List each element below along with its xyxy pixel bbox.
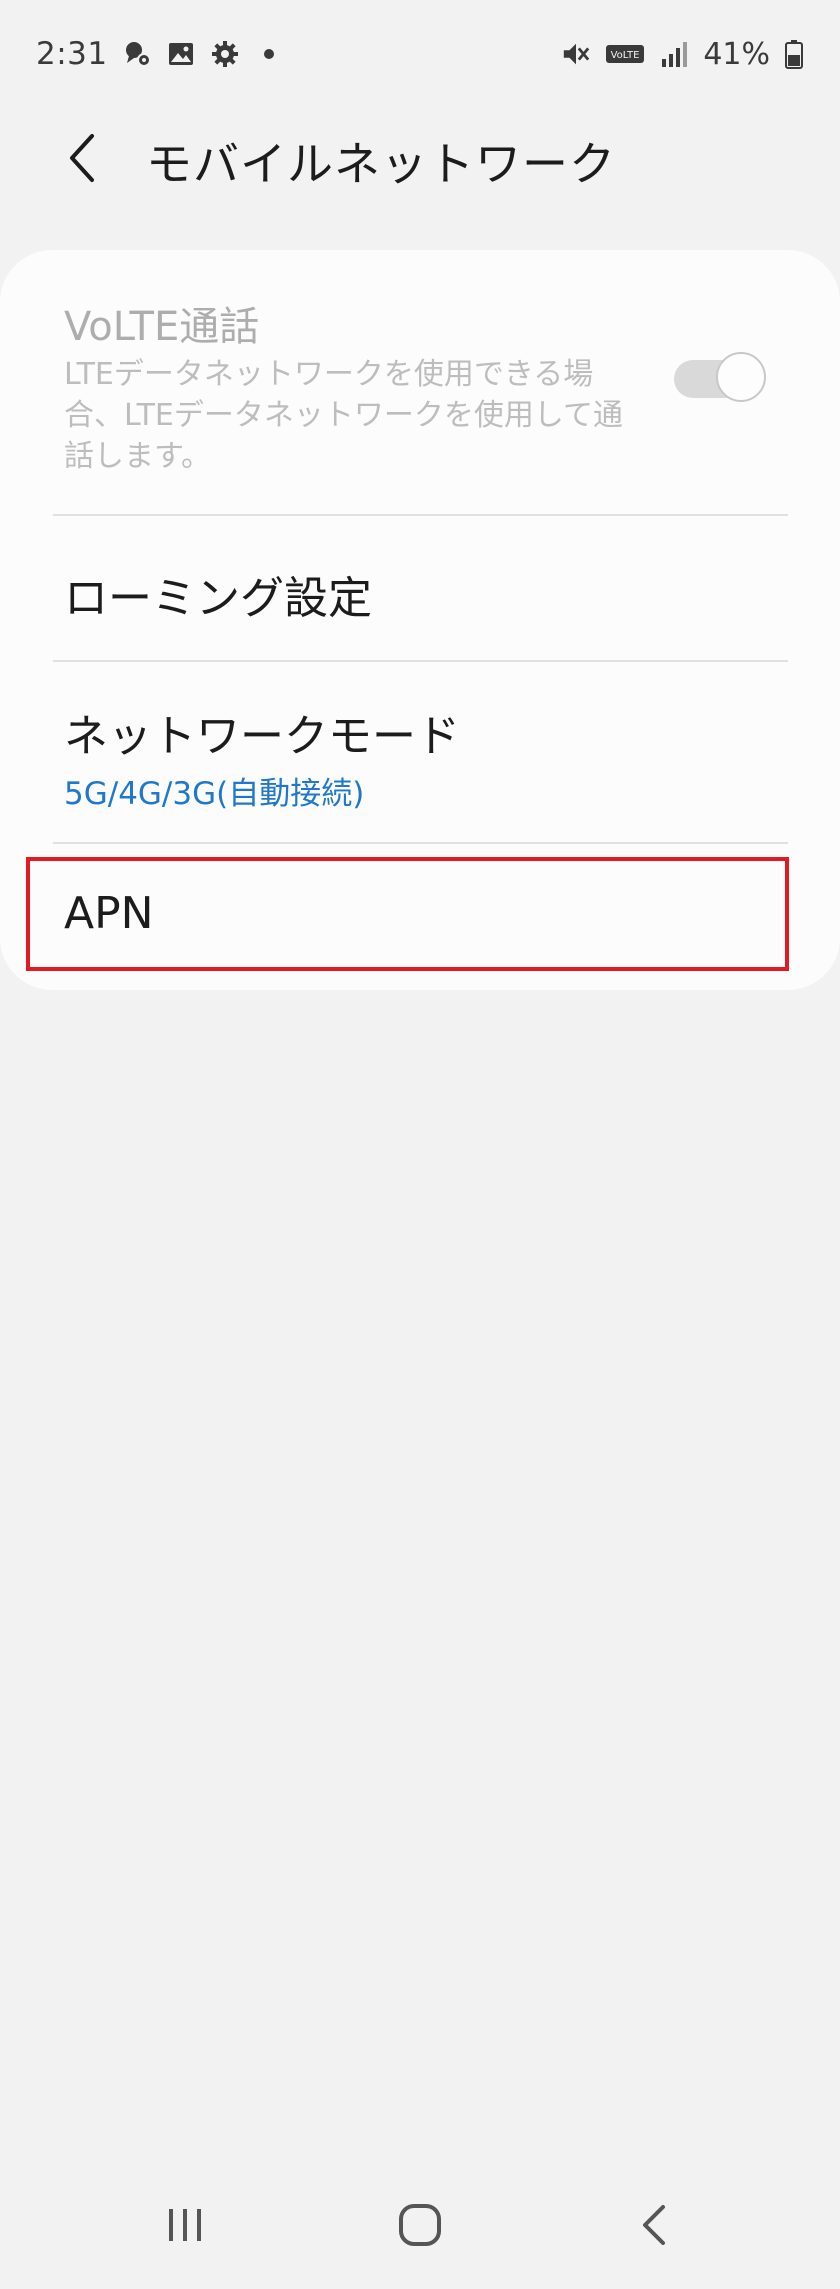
- apn-highlight-box: [26, 857, 789, 971]
- home-button[interactable]: [375, 2180, 465, 2270]
- battery-percent: 41%: [703, 36, 770, 72]
- volte-badge: VoLTE: [611, 50, 640, 61]
- toggle-thumb: [716, 352, 766, 402]
- header: モバイルネットワーク: [0, 108, 840, 208]
- volte-call-row: VoLTE通話 LTEデータネットワークを使用できる場合、LTEデータネットワー…: [0, 250, 840, 514]
- roaming-settings-row[interactable]: ローミング設定: [0, 516, 840, 660]
- status-bar: 2:31 VoLTE 41%: [0, 0, 840, 108]
- page-title: モバイルネットワーク: [146, 137, 616, 191]
- chevron-left-icon: [70, 134, 94, 182]
- nav-back-button[interactable]: [610, 2180, 700, 2270]
- home-icon: [399, 2204, 441, 2246]
- roaming-settings-label: ローミング設定: [64, 573, 372, 624]
- recent-apps-button[interactable]: [140, 2180, 230, 2270]
- volte-title: VoLTE通話: [64, 304, 260, 350]
- gallery-icon: [166, 39, 196, 69]
- volte-description: LTEデータネットワークを使用できる場合、LTEデータネットワークを使用して通話…: [64, 357, 623, 474]
- network-mode-row[interactable]: ネットワークモード 5G/4G/3G(自動接続): [0, 662, 840, 842]
- network-mode-value: 5G/4G/3G(自動接続): [64, 776, 365, 812]
- recent-apps-icon: [169, 2209, 201, 2241]
- network-mode-label: ネットワークモード: [64, 711, 460, 762]
- back-icon: [643, 2205, 665, 2245]
- status-right: VoLTE 41%: [561, 37, 804, 72]
- battery-icon: [784, 39, 804, 69]
- dot-icon: [254, 39, 284, 69]
- status-time: 2:31: [36, 36, 108, 72]
- back-button[interactable]: [52, 126, 112, 190]
- volte-icon: VoLTE: [605, 39, 645, 69]
- signal-icon: [659, 39, 689, 69]
- bubble-gear-icon: [122, 39, 152, 69]
- settings-gear-icon: [210, 39, 240, 69]
- volte-toggle: [672, 350, 768, 406]
- navigation-bar: [0, 2160, 840, 2289]
- status-left: 2:31: [36, 36, 284, 72]
- mute-icon: [561, 39, 591, 69]
